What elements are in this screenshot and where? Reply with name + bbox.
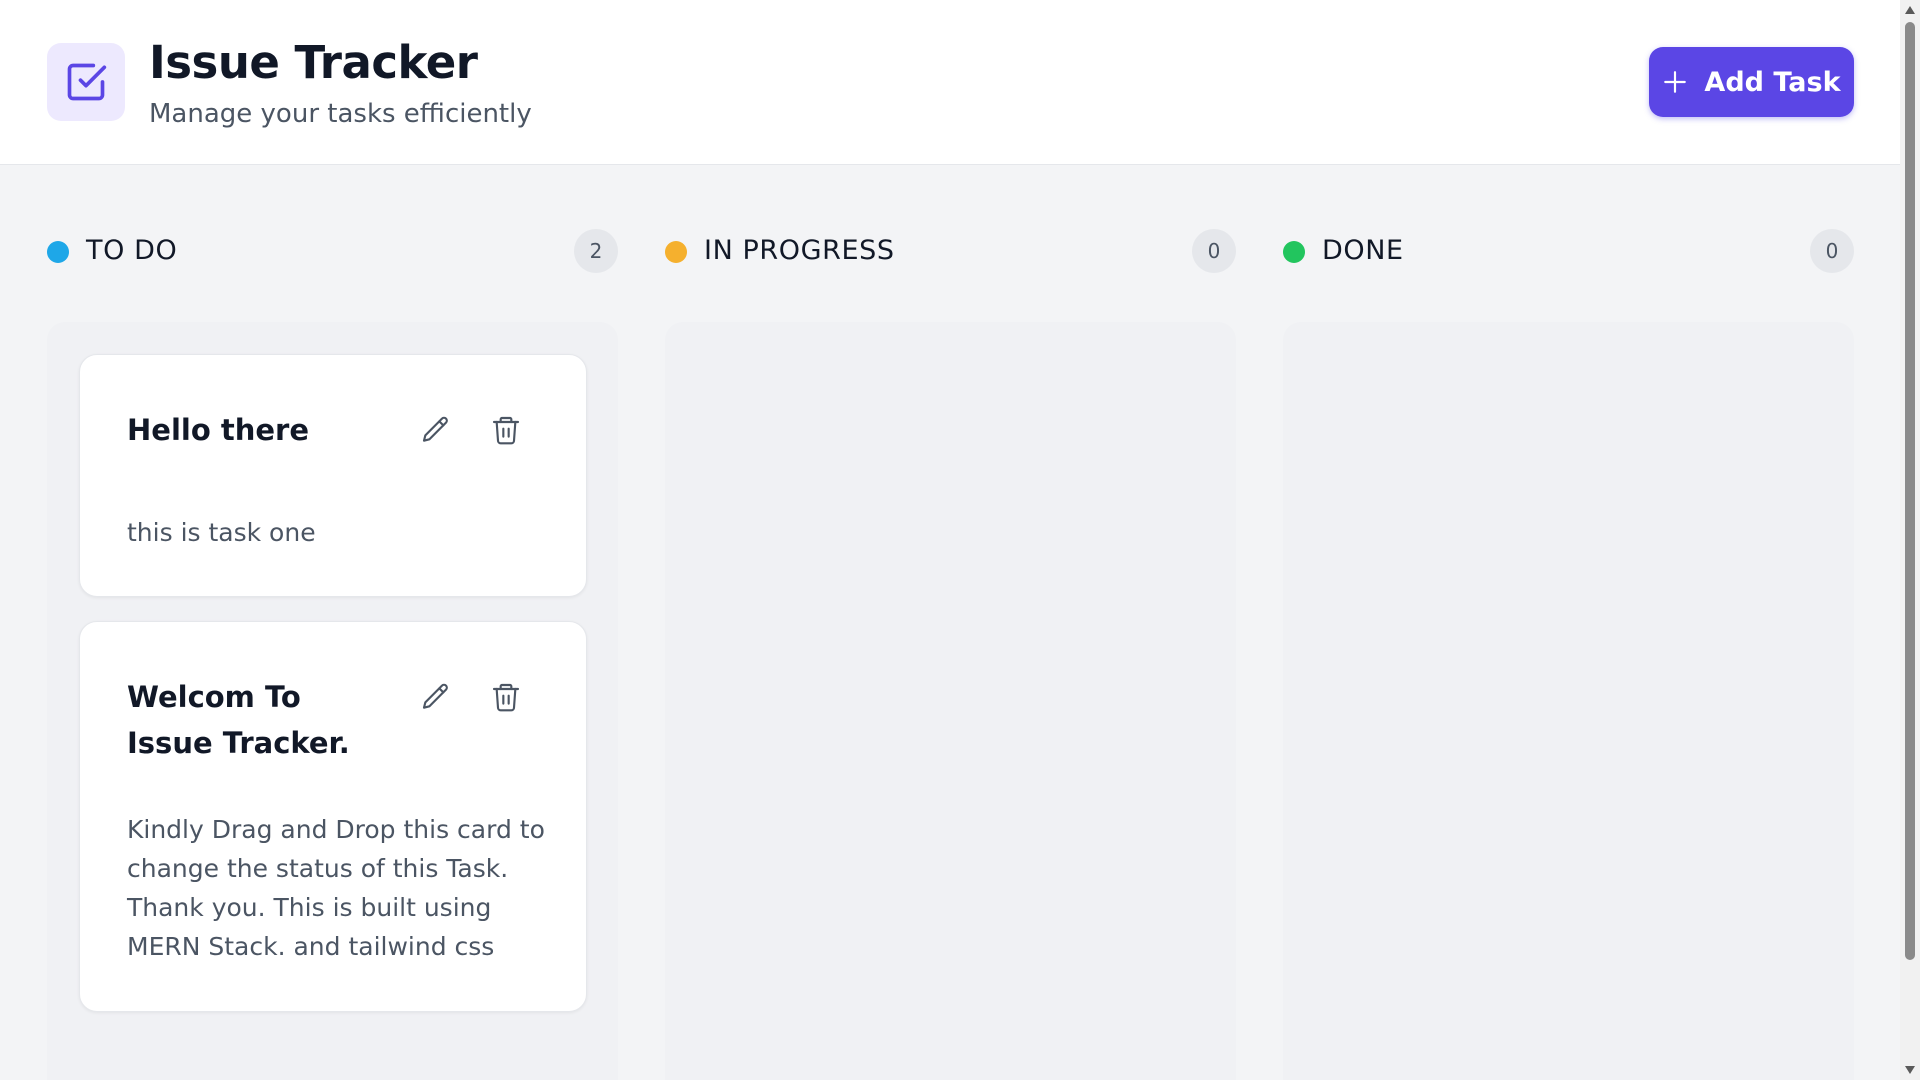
trash-icon [492,416,520,445]
column-title: TO DO [86,235,178,266]
app-header: Issue Tracker Manage your tasks efficien… [0,0,1900,165]
app-root: Issue Tracker Manage your tasks efficien… [0,0,1920,1080]
page-scrollbar[interactable] [1900,0,1920,1080]
column-title: IN PROGRESS [704,235,895,266]
column-todo: TO DO 2 Hello there this is task one Wel… [47,222,618,1080]
column-title: DONE [1322,235,1404,266]
column-drop-zone[interactable] [1283,322,1854,1080]
add-task-label: Add Task [1704,66,1841,98]
task-card[interactable]: Welcom To Issue Tracker. Kindly Drag and… [79,621,587,1012]
count-badge: 2 [574,229,618,273]
column-drop-zone[interactable] [665,322,1236,1080]
count-badge: 0 [1810,229,1854,273]
page-subtitle: Manage your tasks efficiently [149,99,532,129]
scroll-thumb[interactable] [1905,22,1915,960]
column-header: TO DO 2 [47,222,618,282]
delete-button[interactable] [486,677,526,717]
app-logo [47,43,125,121]
column-header: IN PROGRESS 0 [665,222,1236,282]
pencil-icon [422,683,448,709]
count-badge: 0 [1192,229,1236,273]
scroll-up-arrow-icon[interactable] [1905,6,1915,14]
task-description: this is task one [127,518,316,547]
status-dot [47,241,69,263]
column-in-progress: IN PROGRESS 0 [665,222,1236,1080]
task-title: Hello there [127,413,309,447]
task-card[interactable]: Hello there this is task one [79,354,587,597]
status-dot [665,241,687,263]
column-header: DONE 0 [1283,222,1854,282]
edit-button[interactable] [416,677,456,717]
page-title: Issue Tracker [149,36,478,89]
add-task-button[interactable]: Add Task [1649,47,1854,117]
column-done: DONE 0 [1283,222,1854,1080]
task-description: Kindly Drag and Drop this card to change… [127,815,545,961]
trash-icon [492,683,520,712]
plus-icon [1664,71,1687,93]
delete-button[interactable] [486,410,526,450]
scroll-down-arrow-icon[interactable] [1905,1066,1915,1074]
pencil-icon [422,416,448,442]
column-drop-zone[interactable]: Hello there this is task one Welcom To I… [47,322,618,1080]
checkbox-icon [67,63,107,101]
task-title: Welcom To Issue Tracker. [127,680,350,760]
edit-button[interactable] [416,410,456,450]
status-dot [1283,241,1305,263]
